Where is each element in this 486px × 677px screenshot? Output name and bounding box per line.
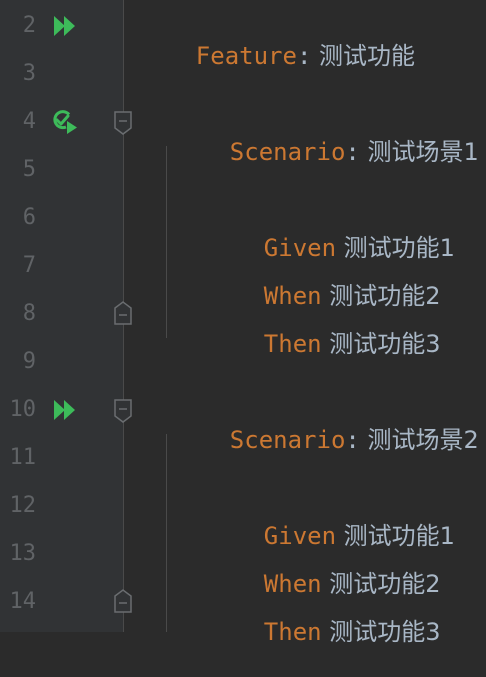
double-play-icon[interactable]: [52, 397, 80, 423]
line-number: 12: [9, 493, 37, 518]
double-play-icon[interactable]: [52, 13, 80, 39]
code-line-7[interactable]: 7 When 测试功能2: [0, 242, 486, 310]
code-line-10[interactable]: 10 Scenario: 测试场景2: [0, 386, 486, 454]
line-number: 4: [22, 109, 36, 134]
line-number: 5: [22, 157, 36, 182]
fold-start-icon[interactable]: [113, 398, 133, 424]
line-number: 3: [22, 61, 36, 86]
code-line-11[interactable]: 11: [0, 434, 486, 482]
fold-start-icon[interactable]: [113, 110, 133, 136]
run-passed-icon[interactable]: [52, 109, 80, 135]
line-number: 9: [22, 349, 36, 374]
code-line-12[interactable]: 12 Given 测试功能1: [0, 482, 486, 550]
line-number: 11: [9, 445, 37, 470]
code-line-2[interactable]: 2 Feature: 测试功能: [0, 2, 486, 70]
line-number: 8: [22, 301, 36, 326]
code-line-4[interactable]: 4 Scenario: 测试场景1: [0, 98, 486, 166]
line-number: 10: [9, 397, 37, 422]
line-number: 13: [9, 541, 37, 566]
code-line-8[interactable]: 8 Then 测试功能3: [0, 290, 486, 358]
code-line-5[interactable]: 5: [0, 146, 486, 194]
line-number: 6: [22, 205, 36, 230]
line-number: 2: [22, 13, 36, 38]
line-number: 14: [9, 589, 37, 614]
step-keyword: Then: [263, 618, 322, 646]
code-line-6[interactable]: 6 Given 测试功能1: [0, 194, 486, 262]
fold-end-icon[interactable]: [113, 300, 133, 326]
code-line-3[interactable]: 3: [0, 50, 486, 98]
code-line-14[interactable]: 14 Then 测试功能3: [0, 578, 486, 646]
step-text: 测试功能3: [321, 618, 441, 646]
step-then: Then 测试功能3: [206, 587, 441, 677]
line-number: 7: [22, 253, 36, 278]
fold-end-icon[interactable]: [113, 588, 133, 614]
code-line-9[interactable]: 9: [0, 338, 486, 386]
code-line-13[interactable]: 13 When 测试功能2: [0, 530, 486, 598]
